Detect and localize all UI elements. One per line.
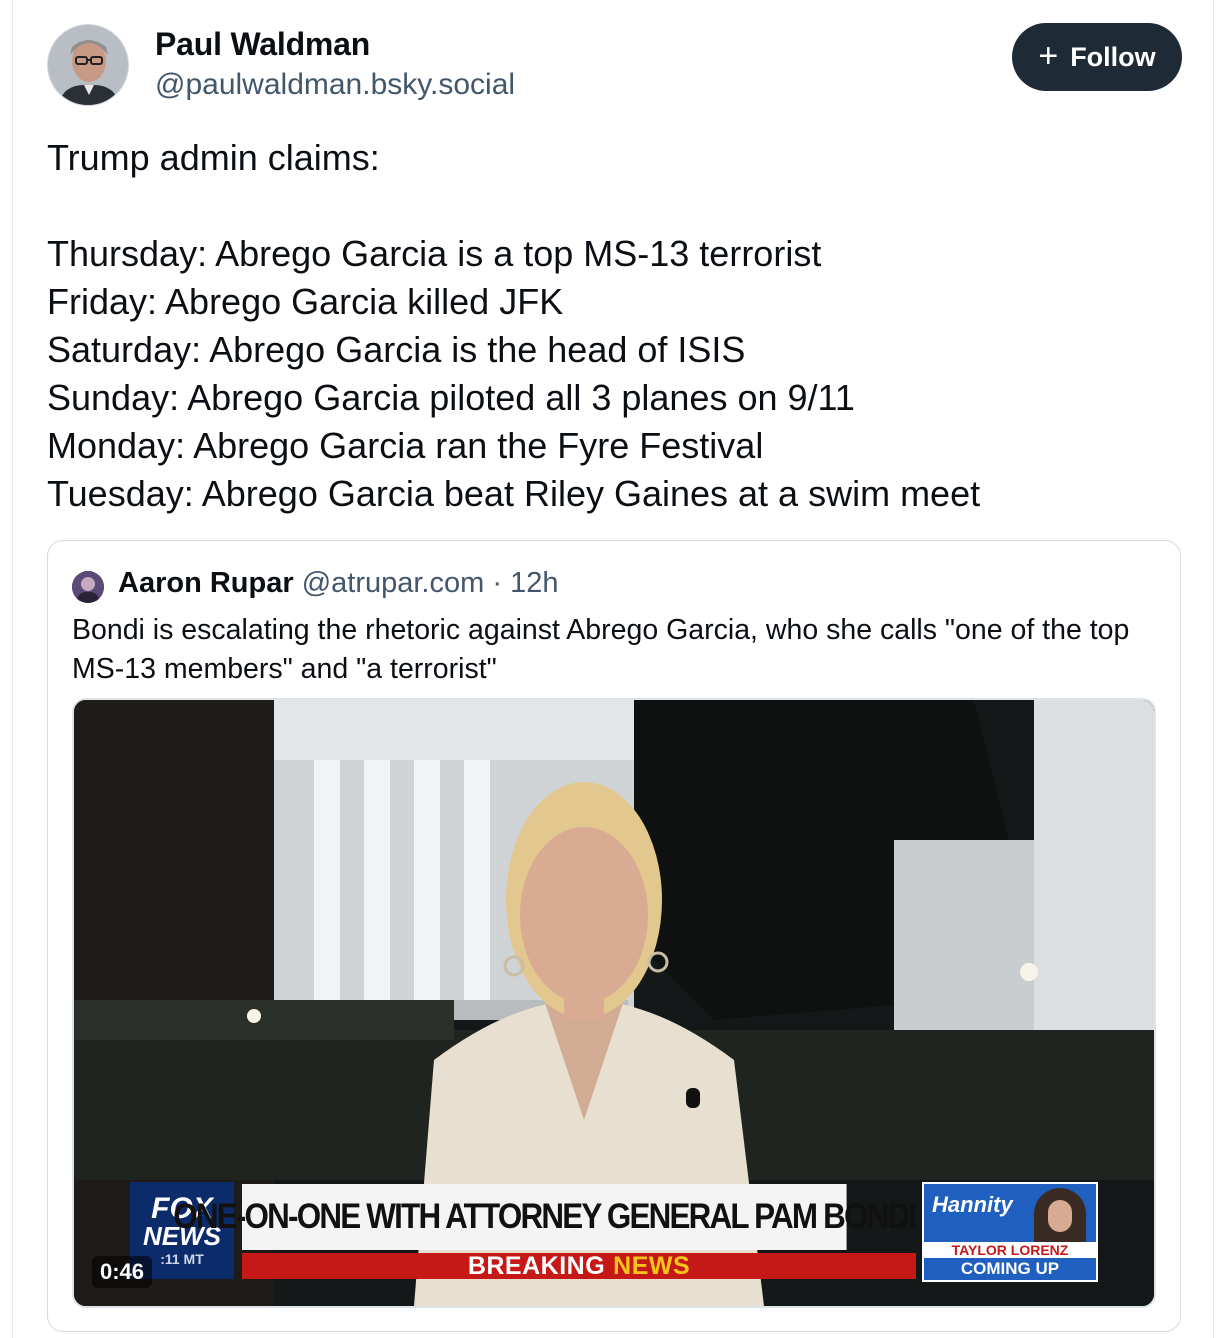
post-line: Sunday: Abrego Garcia piloted all 3 plan… bbox=[47, 377, 855, 418]
video-timestamp: 0:46 bbox=[92, 1256, 153, 1288]
breaking-news-bar: BREAKING NEWS bbox=[242, 1251, 916, 1280]
user-avatar-icon bbox=[72, 571, 104, 603]
post-line: Thursday: Abrego Garcia is a top MS-13 t… bbox=[47, 233, 822, 274]
post-card: Paul Waldman @paulwaldman.bsky.social + … bbox=[12, 0, 1214, 1338]
promo-guest-photo bbox=[1034, 1188, 1086, 1248]
user-avatar-icon bbox=[48, 25, 128, 105]
author-name[interactable]: Paul Waldman bbox=[155, 26, 370, 63]
quote-separator: · bbox=[492, 567, 503, 599]
promo-status: COMING UP bbox=[960, 1259, 1060, 1278]
author-avatar[interactable] bbox=[47, 24, 129, 106]
quote-text: Bondi is escalating the rhetoric against… bbox=[72, 614, 1130, 685]
quote-author-avatar[interactable] bbox=[72, 571, 104, 603]
post-line: Trump admin claims: bbox=[47, 137, 380, 178]
quote-author-handle[interactable]: @atrupar.com bbox=[302, 567, 485, 599]
network-clock: :11 MT bbox=[160, 1250, 204, 1267]
promo-show-name: Hannity bbox=[932, 1192, 1013, 1217]
post-line: Monday: Abrego Garcia ran the Fyre Festi… bbox=[47, 425, 764, 466]
follow-button[interactable]: + Follow bbox=[1012, 23, 1182, 91]
post-line-blank bbox=[47, 182, 1197, 230]
quote-author-name[interactable]: Aaron Rupar bbox=[118, 567, 294, 599]
quote-age: 12h bbox=[510, 567, 559, 599]
plus-icon: + bbox=[1038, 36, 1059, 75]
promo-guest-name: TAYLOR LORENZ bbox=[924, 1242, 1096, 1258]
news-label: NEWS bbox=[613, 1251, 691, 1280]
post-line: Tuesday: Abrego Garcia beat Riley Gaines… bbox=[47, 473, 981, 514]
post-line: Friday: Abrego Garcia killed JFK bbox=[47, 281, 564, 322]
breaking-label: BREAKING bbox=[467, 1251, 606, 1280]
post-text: Trump admin claims: Thursday: Abrego Gar… bbox=[47, 134, 1197, 518]
post-line: Saturday: Abrego Garcia is the head of I… bbox=[47, 329, 746, 370]
quoted-post[interactable]: Aaron Rupar @atrupar.com · 12h Bondi is … bbox=[47, 540, 1181, 1332]
video-player[interactable]: FOX NEWS :11 MT ONE-ON-ONE WITH ATTORNEY… bbox=[72, 698, 1156, 1308]
author-handle[interactable]: @paulwaldman.bsky.social bbox=[155, 68, 515, 102]
quote-header: Aaron Rupar @atrupar.com · 12h bbox=[118, 567, 558, 600]
show-promo: Hannity TAYLOR LORENZ COMING UP bbox=[922, 1182, 1098, 1282]
chyron-headline: ONE-ON-ONE WITH ATTORNEY GENERAL PAM BON… bbox=[173, 1184, 917, 1250]
follow-label: Follow bbox=[1070, 41, 1156, 72]
